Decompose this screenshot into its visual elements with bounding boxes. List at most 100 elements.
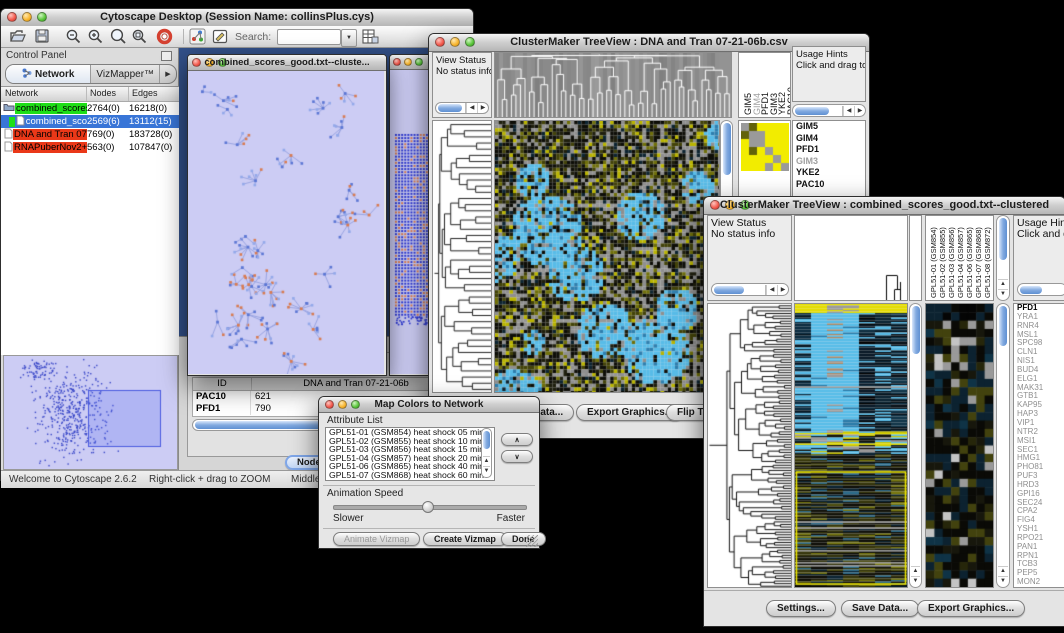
gene-label[interactable]: MSL1 (1014, 331, 1064, 340)
gene-label[interactable]: PUF3 (1014, 472, 1064, 481)
settings-button[interactable]: Settings... (766, 600, 836, 617)
tv2-zoom-heatmap[interactable] (925, 303, 994, 588)
vizmapper-icon[interactable] (189, 28, 206, 50)
treeview2-title-bar[interactable]: ClusterMaker TreeView : combined_scores_… (704, 197, 1064, 215)
gene-label[interactable]: GIM4 (793, 133, 865, 145)
attribute-item[interactable]: GPL51-04 (GSM857) heat shock 20 min (326, 454, 494, 463)
gene-label[interactable]: HAP3 (1014, 410, 1064, 419)
float-panel-icon[interactable] (161, 51, 172, 61)
animate-vizmap-button[interactable]: Animate Vizmap (333, 532, 420, 546)
tab-overflow-button[interactable]: ▶ (160, 65, 176, 83)
gene-label[interactable]: FIG4 (1014, 516, 1064, 525)
array-label[interactable]: GPL51-07 (GSM868) (974, 227, 983, 298)
export-graphics-button[interactable]: Export Graphics... (917, 600, 1025, 617)
gene-label[interactable]: GIM3 (793, 156, 865, 168)
network1-canvas[interactable] (188, 71, 384, 374)
gene-label[interactable]: RNR4 (1014, 322, 1064, 331)
resize-grip[interactable] (526, 535, 538, 547)
minimize-icon[interactable] (404, 58, 412, 66)
main-title-bar[interactable]: Cytoscape Desktop (Session Name: collins… (1, 9, 473, 27)
open-icon[interactable] (9, 28, 27, 49)
array-label[interactable]: GPL51-06 (GSM865) (965, 227, 974, 298)
array-label[interactable]: GPL51-03 (GSM856) (947, 227, 956, 298)
gene-label[interactable]: MSI1 (1014, 437, 1064, 446)
gene-label[interactable]: GTB1 (1014, 392, 1064, 401)
tv1-row-dendrogram[interactable] (432, 120, 492, 393)
network-row[interactable]: RNAPuberNov2+ 563(0) 107847(0) (1, 141, 179, 154)
close-icon[interactable] (393, 58, 401, 66)
save-data-button[interactable]: Save Data... (841, 600, 919, 617)
network-row[interactable]: combined_scores 2764(0) 16218(0) (1, 102, 179, 115)
tv2-column-dendrogram[interactable] (794, 215, 908, 301)
network-row[interactable]: DNA and Tran 07 769(0) 183728(0) (1, 128, 179, 141)
table-import-icon[interactable] (361, 28, 379, 50)
attribute-item[interactable]: GPL51-07 (GSM868) heat shock 60 min (326, 471, 494, 480)
slider-thumb[interactable] (422, 501, 434, 513)
gene-label[interactable]: VIP1 (1014, 419, 1064, 428)
search-dropdown-button[interactable]: ▼ (341, 29, 357, 47)
tv2-usage-scrollbar[interactable] (1017, 283, 1064, 296)
gene-label[interactable]: ELG1 (1014, 375, 1064, 384)
gene-label[interactable]: NTR2 (1014, 428, 1064, 437)
annotation-icon[interactable] (212, 28, 229, 50)
done-button[interactable]: Done (501, 532, 546, 546)
tree-header-edges[interactable]: Edges (129, 87, 179, 101)
tree-header-nodes[interactable]: Nodes (87, 87, 129, 101)
animation-slider[interactable] (333, 505, 527, 510)
gene-label[interactable]: CPA2 (1014, 507, 1064, 516)
help-ring-icon[interactable] (156, 28, 173, 50)
array-label[interactable]: GPL51-04 (GSM857) (956, 227, 965, 298)
gene-label[interactable]: BUD4 (1014, 366, 1064, 375)
zoom-window-icon[interactable] (415, 58, 423, 66)
search-input[interactable] (277, 29, 341, 45)
gene-label[interactable]: CLN1 (1014, 348, 1064, 357)
gene-label[interactable]: YKE2 (793, 167, 865, 179)
tab-vizmapper[interactable]: VizMapper™ (91, 65, 160, 83)
zoom-out-icon[interactable] (65, 28, 83, 50)
gene-label[interactable]: RPN1 (1014, 552, 1064, 561)
move-up-button[interactable]: ∧ (501, 433, 533, 446)
gene-label[interactable]: YRA1 (1014, 313, 1064, 322)
zoom-selected-icon[interactable] (109, 28, 128, 50)
datapanel-col-id[interactable]: ID (193, 378, 252, 390)
gene-label[interactable]: SEC1 (1014, 446, 1064, 455)
gene-label[interactable]: HMG1 (1014, 454, 1064, 463)
tv2-heatmap[interactable] (794, 303, 908, 588)
attribute-item[interactable]: GPL51-03 (GSM856) heat shock 15 min (326, 445, 494, 454)
tv2-zoom-vscrollbar[interactable]: ▲▼ (996, 303, 1010, 588)
gene-label[interactable]: SEC24 (1014, 499, 1064, 508)
tv2-row-dendrogram[interactable] (707, 303, 792, 588)
gene-label[interactable]: NIS1 (1014, 357, 1064, 366)
gene-label[interactable]: YSH1 (1014, 525, 1064, 534)
gene-label[interactable]: PAN1 (1014, 543, 1064, 552)
network2-canvas[interactable] (390, 70, 432, 374)
network1-title-bar[interactable]: combined_scores_good.txt--cluste... (188, 55, 386, 71)
attribute-list-scrollbar[interactable]: ▲▼ (481, 428, 492, 478)
gene-label[interactable]: PFD1 (1014, 304, 1064, 313)
gene-label[interactable]: PHO81 (1014, 463, 1064, 472)
array-label[interactable]: GPL51-01 (GSM854) (929, 227, 938, 298)
create-vizmap-button[interactable]: Create Vizmap (423, 532, 507, 546)
gene-label[interactable]: PFD1 (793, 144, 865, 156)
gene-label[interactable]: GPI16 (1014, 490, 1064, 499)
tv2-status-scrollbar[interactable]: ◀▶ (711, 283, 789, 296)
gene-label[interactable]: RPO21 (1014, 534, 1064, 543)
tv1-column-dendrogram[interactable] (494, 52, 732, 118)
gene-label[interactable]: MAK31 (1014, 384, 1064, 393)
attribute-listbox[interactable]: GPL51-01 (GSM854) heat shock 05 minGPL51… (325, 427, 495, 481)
zoom-fit-icon[interactable] (131, 28, 149, 50)
tv2-heatmap-vscrollbar[interactable]: ▲▼ (909, 303, 922, 588)
network-row-selected[interactable]: combined_sco 2569(6) 13112(15) (1, 115, 179, 128)
attribute-item[interactable]: GPL51-02 (GSM855) heat shock 10 min (326, 437, 494, 446)
tv1-heatmap[interactable] (494, 120, 720, 393)
save-icon[interactable] (34, 28, 50, 49)
gene-label[interactable]: SPC98 (1014, 339, 1064, 348)
birds-eye-view[interactable] (3, 355, 178, 470)
attribute-item[interactable]: GPL51-01 (GSM854) heat shock 05 min (326, 428, 494, 437)
gene-label[interactable]: HRD3 (1014, 481, 1064, 490)
tv1-usage-scrollbar[interactable]: ◀▶ (792, 104, 866, 117)
dialog-title-bar[interactable]: Map Colors to Network (319, 397, 539, 413)
gene-label[interactable]: PEP5 (1014, 569, 1064, 578)
zoom-in-icon[interactable] (87, 28, 105, 50)
gene-label[interactable]: TCB3 (1014, 560, 1064, 569)
